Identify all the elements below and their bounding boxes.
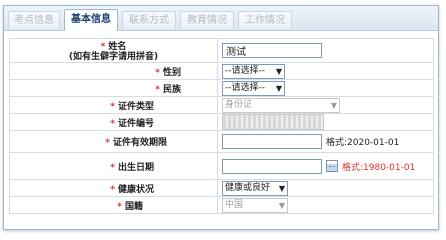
nationality-select: 中国 ▼ bbox=[222, 197, 288, 213]
chevron-down-icon: ▼ bbox=[278, 183, 285, 193]
health-label-cell: * 健康状况 bbox=[9, 179, 218, 197]
form-row-birth-date: * 出生日期 格式:1980-01-01 bbox=[9, 152, 434, 180]
form-row-ethnicity: * 民族 --请选择-- ▼ bbox=[9, 79, 434, 97]
tab-contact-info[interactable]: 联系方式 bbox=[122, 11, 176, 29]
id-type-select: 身份证 ▼ bbox=[222, 97, 340, 113]
id-valid-input[interactable] bbox=[222, 134, 322, 149]
health-selected-value: 健康或良好 bbox=[225, 182, 271, 193]
health-label: 健康状况 bbox=[117, 184, 154, 195]
tab-education[interactable]: 教育情况 bbox=[180, 11, 234, 29]
form-row-id-valid: * 证件有效期限 格式:2020-01-01 bbox=[9, 130, 434, 153]
health-value-cell: 健康或良好 ▼ bbox=[217, 179, 434, 197]
id-type-label-cell: * 证件类型 bbox=[9, 96, 218, 114]
birth-date-format-hint: 格式:1980-01-01 bbox=[342, 162, 416, 173]
birth-date-label-cell: * 出生日期 bbox=[9, 152, 218, 180]
tab-work-experience[interactable]: 工作情况 bbox=[238, 11, 292, 29]
required-mark: * bbox=[105, 138, 110, 148]
gender-select[interactable]: --请选择-- ▼ bbox=[222, 63, 285, 79]
tab-basic-info[interactable]: 基本信息 bbox=[64, 9, 118, 31]
tab-bar: 考点信息 基本信息 联系方式 教育情况 工作情况 bbox=[4, 6, 438, 31]
nationality-value-cell: 中国 ▼ bbox=[217, 196, 434, 214]
required-mark: * bbox=[110, 118, 115, 129]
ethnicity-label: 民族 bbox=[162, 84, 181, 95]
gender-label-cell: * 性别 bbox=[9, 62, 218, 80]
name-input[interactable] bbox=[222, 43, 322, 58]
birth-date-input[interactable] bbox=[222, 158, 322, 174]
id-valid-format-hint: 格式:2020-01-01 bbox=[326, 138, 400, 148]
id-number-value-cell bbox=[217, 113, 434, 131]
tab-exam-site-info[interactable]: 考点信息 bbox=[8, 11, 60, 29]
form-row-id-type: * 证件类型 身份证 ▼ bbox=[9, 96, 434, 114]
id-valid-value-cell: 格式:2020-01-01 bbox=[217, 130, 434, 153]
form-row-nationality: * 国籍 中国 ▼ bbox=[9, 196, 434, 214]
id-number-label: 证件编号 bbox=[117, 118, 154, 129]
gender-value-cell: --请选择-- ▼ bbox=[217, 62, 434, 80]
form-panel: 考点信息 基本信息 联系方式 教育情况 工作情况 * 姓名 (如有生僻字请用拼音)… bbox=[3, 5, 439, 230]
chevron-down-icon: ▼ bbox=[275, 66, 282, 76]
id-number-label-cell: * 证件编号 bbox=[9, 113, 218, 131]
required-mark: * bbox=[117, 201, 122, 212]
required-mark: * bbox=[110, 101, 115, 112]
form-row-health: * 健康状况 健康或良好 ▼ bbox=[9, 179, 434, 197]
chevron-down-icon: ▼ bbox=[275, 83, 282, 93]
basic-info-table: *姓名 (如有生僻字请用拼音) *性别 --请选择--▼ *民族 --请选择--… bbox=[9, 38, 434, 214]
calendar-icon[interactable] bbox=[326, 160, 338, 172]
id-number-masked-field bbox=[222, 114, 324, 130]
form-row-name: * 姓名 (如有生僻字请用拼音) bbox=[9, 38, 434, 63]
name-label: 姓名 bbox=[108, 42, 127, 52]
name-value-cell bbox=[217, 38, 434, 63]
required-mark: * bbox=[100, 42, 106, 52]
id-type-value-cell: 身份证 ▼ bbox=[217, 96, 434, 114]
health-select[interactable]: 健康或良好 ▼ bbox=[222, 180, 288, 196]
ethnicity-selected-value: --请选择-- bbox=[225, 82, 265, 93]
ethnicity-select[interactable]: --请选择-- ▼ bbox=[222, 80, 285, 96]
ethnicity-label-cell: * 民族 bbox=[9, 79, 218, 97]
form-row-gender: * 性别 --请选择-- ▼ bbox=[9, 62, 434, 80]
form-row-id-number: * 证件编号 bbox=[9, 113, 434, 131]
id-valid-label: 证件有效期限 bbox=[112, 138, 167, 148]
chevron-down-icon: ▼ bbox=[278, 200, 285, 210]
required-mark: * bbox=[110, 184, 115, 195]
birth-date-label: 出生日期 bbox=[117, 162, 154, 173]
required-mark: * bbox=[155, 67, 160, 78]
nationality-label: 国籍 bbox=[124, 201, 143, 212]
chevron-down-icon: ▼ bbox=[330, 100, 337, 110]
ethnicity-value-cell: --请选择-- ▼ bbox=[217, 79, 434, 97]
id-type-selected-value: 身份证 bbox=[225, 99, 253, 110]
gender-label: 性别 bbox=[162, 67, 181, 78]
required-mark: * bbox=[110, 162, 115, 173]
id-type-label: 证件类型 bbox=[117, 101, 154, 112]
gender-selected-value: --请选择-- bbox=[225, 65, 265, 76]
name-sub-label: (如有生僻字请用拼音) bbox=[68, 52, 159, 62]
nationality-selected-value: 中国 bbox=[225, 199, 244, 210]
id-valid-label-cell: * 证件有效期限 bbox=[9, 130, 218, 153]
birth-date-value-cell: 格式:1980-01-01 bbox=[217, 152, 434, 180]
nationality-label-cell: * 国籍 bbox=[9, 196, 218, 214]
name-label-cell: * 姓名 (如有生僻字请用拼音) bbox=[9, 38, 218, 63]
required-mark: * bbox=[155, 84, 160, 95]
